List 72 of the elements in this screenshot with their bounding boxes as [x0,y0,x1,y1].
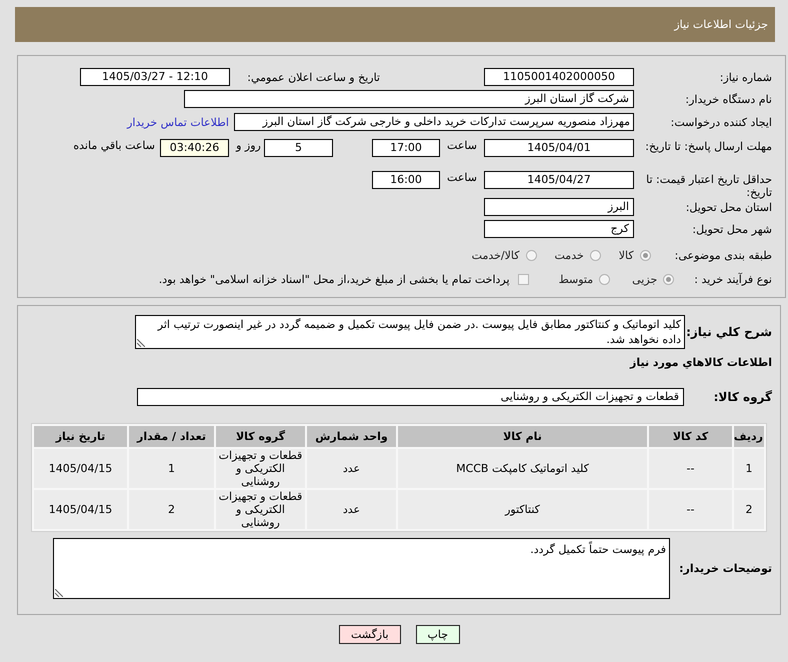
radio-button[interactable] [663,274,674,284]
checkbox[interactable] [518,274,529,284]
field-label: شهر محل تحویل: [691,222,772,236]
days-label: روز و [234,139,262,152]
column-header: تعداد / مقدار [129,426,214,447]
column-header: کد کالا [649,426,732,447]
field-label: استان محل تحویل: [684,200,772,214]
section-title: اطلاعات کالاهاي مورد نیاز [628,355,772,371]
remaining-time-field[interactable]: 03:40:26 [160,139,229,157]
time-label: ساعت [446,139,478,152]
field-label: مهلت ارسال پاسخ: تا تاریخ: [644,139,772,154]
column-header: واحد شمارش [307,426,396,447]
column-header: تاریخ نیاز [34,426,127,447]
table-cell: -- [649,490,732,529]
radio-button[interactable] [526,250,536,260]
announcement-date-field[interactable]: 1405/03/27 - 12:10 [80,68,230,86]
resize-handle-icon[interactable] [55,589,63,597]
field-label: شماره نیاز: [718,70,772,84]
notes-field[interactable]: فرم پیوست حتماً تکمیل گردد. [53,538,670,599]
table-cell: قطعات و تجهیزات الکتریکی و روشنایی [216,490,305,529]
description-field[interactable]: کلید اتوماتیک و کنتاکتور مطابق فایل پیوست .در ضمن فایل پیوست تکمیل و ضمیمه گردد در غیر اینصورت ترتیب اثر داده نخواهد شد. [135,315,685,349]
city-field[interactable]: کرج [484,220,634,238]
field-label: نوع فرآیند خرید : [694,272,772,286]
field-label: گروه کالا: [712,390,772,404]
field-label: نام دستگاه خریدار: [684,92,772,106]
deadline-date-field[interactable]: 1405/04/01 [484,139,634,157]
table-cell: کنتاکتور [398,490,647,529]
column-header: گروه کالا [216,426,305,447]
table-cell: 2 [734,490,764,529]
table-cell: 1 [734,449,764,488]
table-cell: عدد [307,490,396,529]
option-label: جزیی [632,272,658,286]
back-button[interactable]: بازگشت [338,625,401,644]
province-field[interactable]: البرز [484,198,634,216]
table-cell: 1 [129,449,214,488]
contact-link[interactable]: اطلاعات تماس خریدار [127,116,229,128]
table-cell: کلید اتوماتیک کامپکت MCCB [398,449,647,488]
option-label: متوسط [558,272,594,286]
table-cell: عدد [307,449,396,488]
checkbox-label: پرداخت تمام یا بخشی از مبلغ خرید،از محل "اسناد خزانه اسلامی" خواهد بود. [158,272,510,286]
days-field[interactable]: 5 [264,139,333,157]
field-label: تاریخ و ساعت اعلان عمومي: [246,70,380,84]
page-title: جزئیات اطلاعات نیاز [674,18,768,31]
option-label: کالا [618,248,634,262]
goods-group-field[interactable]: قطعات و تجهیزات الکتریکی و روشنایی [137,388,684,406]
validity-date-field[interactable]: 1405/04/27 [484,171,634,189]
field-label: ایجاد کننده درخواست: [670,114,772,130]
validity-time-field[interactable]: 16:00 [372,171,440,189]
need-number-field[interactable]: 1105001402000050 [484,68,634,86]
requester-field[interactable]: مهرزاد منصوریه سرپرست تدارکات خرید داخلی و خارجی شرکت گاز استان البرز [234,113,634,131]
radio-button[interactable] [599,274,610,284]
deadline-time-field[interactable]: 17:00 [372,139,440,157]
table-cell: -- [649,449,732,488]
radio-button[interactable] [640,250,651,260]
field-label: طبقه بندی موضوعی: [674,248,772,262]
remaining-label: ساعت باقي مانده [73,139,155,152]
column-header: ردیف [734,426,764,447]
column-header: نام کالا [398,426,647,447]
table-cell: 1405/04/15 [34,449,127,488]
option-label: کالا/خدمت [472,248,520,262]
time-label: ساعت [446,171,478,184]
field-label: توضیحات خریدار: [678,562,772,575]
print-button[interactable]: چاپ [416,625,460,644]
option-label: خدمت [554,248,584,262]
table-cell: قطعات و تجهیزات الکتریکی و روشنایی [216,449,305,488]
table-cell: 2 [129,490,214,529]
field-label: حداقل تاریخ اعتبار قیمت: تا تاریخ: [645,172,772,199]
table-cell: 1405/04/15 [34,490,127,529]
field-label: شرح کلي نیاز: [685,325,772,339]
buyer-organization-field[interactable]: شرکت گاز استان البرز [184,90,634,108]
resize-handle-icon[interactable] [137,339,145,347]
radio-button[interactable] [590,250,601,260]
